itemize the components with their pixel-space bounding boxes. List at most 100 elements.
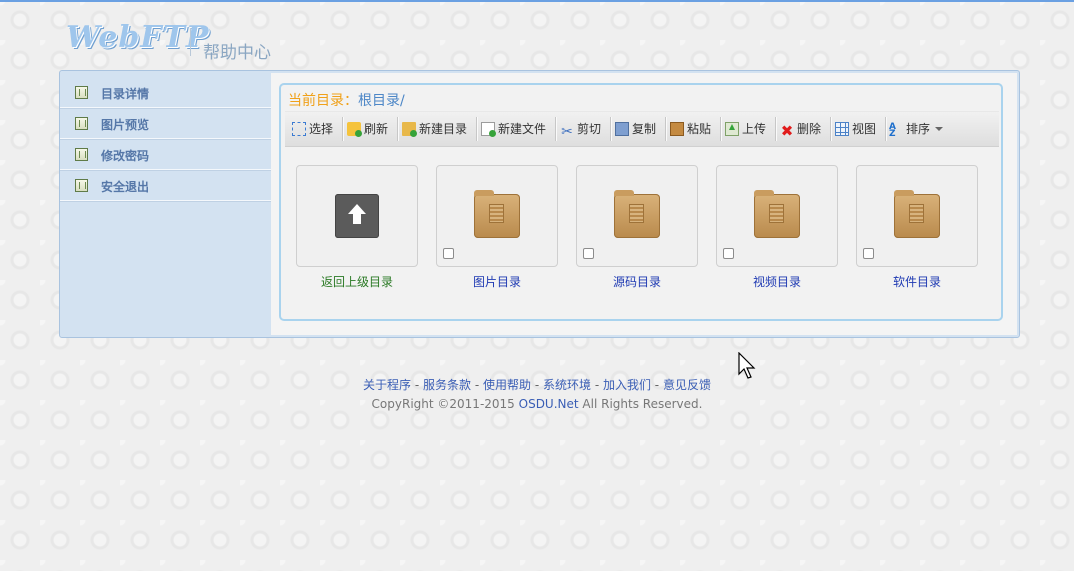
toolbar-separator xyxy=(775,117,776,141)
tile-name[interactable]: 视频目录 xyxy=(716,273,838,290)
folder-icon xyxy=(754,190,800,238)
sidebar: 目录详情 图片预览 修改密码 安全退出 xyxy=(60,77,271,201)
tile-name[interactable]: 软件目录 xyxy=(856,273,978,290)
select-icon xyxy=(292,122,306,136)
toolbar-separator xyxy=(397,117,398,141)
tile-checkbox[interactable] xyxy=(723,248,734,259)
sidebar-item-directory-details[interactable]: 目录详情 xyxy=(60,77,271,108)
help-center-title[interactable]: 帮助中心 xyxy=(203,38,271,63)
toolbar-separator xyxy=(720,117,721,141)
current-directory-path[interactable]: 根目录/ xyxy=(358,93,405,109)
footer-link-about[interactable]: 关于程序 xyxy=(363,378,411,392)
cut-label: 剪切 xyxy=(577,122,602,136)
upload-icon xyxy=(725,122,739,136)
new-file-label: 新建文件 xyxy=(498,122,547,136)
sort-label: 排序 xyxy=(906,122,931,136)
webftp-logo[interactable]: WebFTP xyxy=(66,20,210,55)
book-icon xyxy=(75,179,88,192)
new-folder-icon xyxy=(402,122,417,137)
footer-link-join[interactable]: 加入我们 xyxy=(603,378,651,392)
top-accent-line xyxy=(0,0,1074,2)
book-icon xyxy=(75,86,88,99)
main-container: 目录详情 图片预览 修改密码 安全退出 当前目录：根目录/ 选择 刷新 新建目录 xyxy=(59,70,1020,338)
footer-separator: - xyxy=(591,378,603,392)
current-directory: 当前目录：根目录/ xyxy=(288,90,405,110)
sidebar-item-label: 目录详情 xyxy=(101,87,150,101)
tile-box[interactable] xyxy=(436,165,558,267)
header-divider xyxy=(190,28,191,56)
tile-name[interactable]: 源码目录 xyxy=(576,273,698,290)
footer-link-environment[interactable]: 系统环境 xyxy=(543,378,591,392)
sidebar-item-logout[interactable]: 安全退出 xyxy=(60,170,271,201)
book-icon xyxy=(75,148,88,161)
mouse-cursor-icon xyxy=(738,352,756,379)
view-label: 视图 xyxy=(852,122,877,136)
toolbar-separator xyxy=(555,117,556,141)
toolbar-separator xyxy=(610,117,611,141)
delete-label: 删除 xyxy=(797,122,822,136)
toolbar-separator xyxy=(885,117,886,141)
tile-box[interactable] xyxy=(296,165,418,267)
view-button[interactable]: 视图 xyxy=(835,119,876,139)
folder-icon xyxy=(614,190,660,238)
toolbar: 选择 刷新 新建目录 新建文件 ✂ 剪切 复制 粘贴 上传 ✖ 删除 视图 A … xyxy=(285,111,999,147)
delete-button[interactable]: ✖ 删除 xyxy=(780,119,821,139)
copyright-suffix: All Rights Reserved. xyxy=(578,397,703,411)
footer-separator: - xyxy=(531,378,543,392)
footer-link-terms[interactable]: 服务条款 xyxy=(423,378,471,392)
chevron-down-icon xyxy=(935,127,944,131)
sort-dropdown[interactable]: A Z 排序 xyxy=(889,119,944,139)
file-browser-panel: 当前目录：根目录/ 选择 刷新 新建目录 新建文件 ✂ 剪切 复制 粘贴 上传 ✖… xyxy=(279,83,1003,321)
toolbar-separator xyxy=(342,117,343,141)
content-area: 当前目录：根目录/ 选择 刷新 新建目录 新建文件 ✂ 剪切 复制 粘贴 上传 ✖… xyxy=(271,73,1017,335)
sidebar-item-image-preview[interactable]: 图片预览 xyxy=(60,108,271,139)
copy-button[interactable]: 复制 xyxy=(615,119,656,139)
folder-icon xyxy=(894,190,940,238)
footer-separator: - xyxy=(650,378,663,392)
footer-link-help[interactable]: 使用帮助 xyxy=(483,378,531,392)
tile-box[interactable] xyxy=(716,165,838,267)
select-button[interactable]: 选择 xyxy=(292,119,333,139)
sort-az-icon: AZ xyxy=(889,122,896,139)
toolbar-separator xyxy=(665,117,666,141)
new-file-button[interactable]: 新建文件 xyxy=(481,119,546,139)
refresh-label: 刷新 xyxy=(364,122,389,136)
tile-name[interactable]: 返回上级目录 xyxy=(296,273,418,290)
new-folder-label: 新建目录 xyxy=(419,122,468,136)
book-icon xyxy=(75,117,88,130)
cut-button[interactable]: ✂ 剪切 xyxy=(560,119,601,139)
paste-button[interactable]: 粘贴 xyxy=(670,119,711,139)
tile-checkbox[interactable] xyxy=(863,248,874,259)
toolbar-separator xyxy=(830,117,831,141)
sidebar-item-label: 修改密码 xyxy=(101,149,150,163)
tile-checkbox[interactable] xyxy=(443,248,454,259)
footer-link-feedback[interactable]: 意见反馈 xyxy=(663,378,711,392)
grid-view-icon xyxy=(835,122,849,136)
tile-box[interactable] xyxy=(856,165,978,267)
sidebar-item-label: 图片预览 xyxy=(101,118,150,132)
paste-label: 粘贴 xyxy=(687,122,712,136)
tile-checkbox[interactable] xyxy=(583,248,594,259)
new-folder-button[interactable]: 新建目录 xyxy=(402,119,467,139)
copy-label: 复制 xyxy=(632,122,657,136)
upload-label: 上传 xyxy=(742,122,767,136)
sidebar-item-change-password[interactable]: 修改密码 xyxy=(60,139,271,170)
sidebar-item-label: 安全退出 xyxy=(101,180,150,194)
footer-links: 关于程序 - 服务条款 - 使用帮助 - 系统环境 - 加入我们 - 意见反馈 xyxy=(0,376,1074,393)
tile-name[interactable]: 图片目录 xyxy=(436,273,558,290)
refresh-button[interactable]: 刷新 xyxy=(347,119,388,139)
tile-box[interactable] xyxy=(576,165,698,267)
paste-icon xyxy=(670,122,684,136)
copyright: CopyRight ©2011-2015 OSDU.Net All Rights… xyxy=(0,397,1074,411)
folder-icon xyxy=(474,190,520,238)
select-label: 选择 xyxy=(309,122,334,136)
copyright-link[interactable]: OSDU.Net xyxy=(519,397,579,411)
toolbar-separator xyxy=(476,117,477,141)
footer-separator: - xyxy=(411,378,424,392)
up-arrow-icon xyxy=(335,194,379,238)
copy-icon xyxy=(615,122,629,136)
footer-separator: - xyxy=(471,378,483,392)
copyright-prefix: CopyRight ©2011-2015 xyxy=(371,397,519,411)
scissors-icon: ✂ xyxy=(561,124,573,140)
upload-button[interactable]: 上传 xyxy=(725,119,766,139)
